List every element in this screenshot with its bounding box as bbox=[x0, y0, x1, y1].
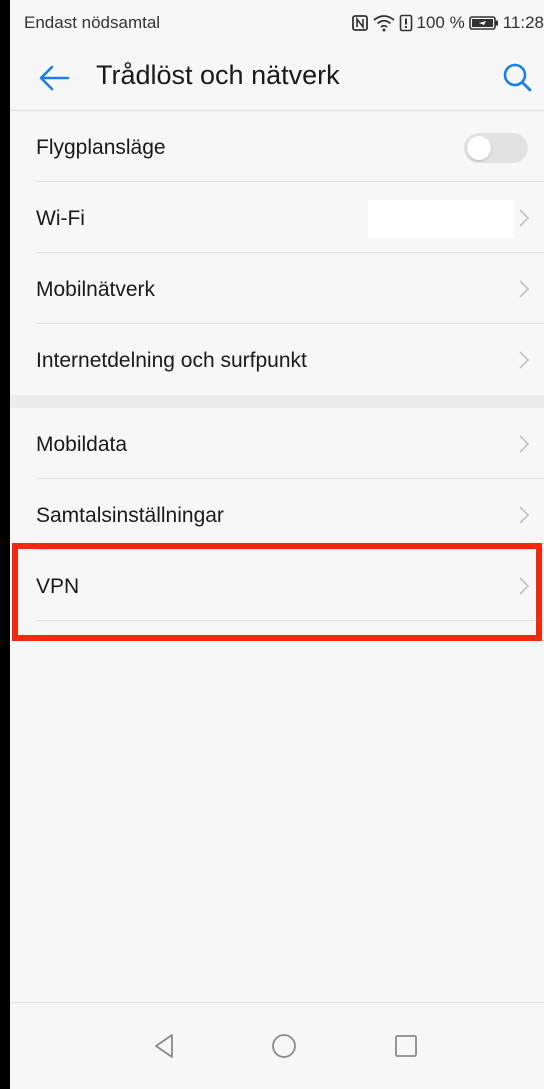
group-separator bbox=[10, 395, 544, 408]
carrier-status-text: Endast nödsamtal bbox=[24, 13, 161, 32]
chevron-right-icon bbox=[519, 280, 530, 298]
app-bar: Trådlöst och nätverk bbox=[10, 46, 544, 110]
mobile-data-label: Mobildata bbox=[36, 433, 128, 456]
arrow-left-icon bbox=[39, 65, 70, 91]
list-divider bbox=[36, 620, 544, 621]
list-item-mobile-data[interactable]: Mobildata bbox=[10, 408, 544, 479]
list-item-call-settings[interactable]: Samtalsinställningar bbox=[10, 479, 544, 550]
list-item-tethering[interactable]: Internetdelning och surfpunkt bbox=[10, 324, 544, 395]
chevron-right-icon bbox=[519, 577, 530, 595]
tethering-label: Internetdelning och surfpunkt bbox=[36, 349, 307, 372]
wifi-label: Wi-Fi bbox=[36, 207, 85, 230]
wifi-network-value bbox=[368, 200, 514, 238]
list-item-mobile-network[interactable]: Mobilnätverk bbox=[10, 253, 544, 324]
square-recent-icon bbox=[395, 1035, 417, 1057]
list-item-wifi[interactable]: Wi-Fi bbox=[10, 182, 544, 253]
chevron-right-icon bbox=[519, 506, 530, 524]
search-button[interactable] bbox=[500, 60, 534, 94]
mobile-network-label: Mobilnätverk bbox=[36, 278, 156, 301]
back-button[interactable] bbox=[36, 62, 72, 94]
settings-screen: Endast nödsamtal 100 % 11:28 Trådlöst oc… bbox=[10, 0, 544, 1089]
status-icons: 100 % 11:28 bbox=[351, 13, 544, 33]
circle-home-icon bbox=[272, 1034, 296, 1058]
sim-alert-icon bbox=[399, 14, 412, 32]
call-settings-label: Samtalsinställningar bbox=[36, 504, 224, 527]
search-icon bbox=[503, 63, 532, 92]
battery-charging-icon bbox=[468, 16, 498, 30]
list-item-vpn[interactable]: VPN bbox=[10, 550, 544, 621]
chevron-right-icon bbox=[519, 435, 530, 453]
nav-recent-button[interactable] bbox=[391, 1031, 421, 1061]
airplane-mode-toggle[interactable] bbox=[464, 133, 528, 163]
wifi-signal-icon bbox=[372, 15, 395, 32]
page-title: Trådlöst och nätverk bbox=[96, 60, 340, 90]
toggle-knob bbox=[467, 136, 491, 160]
chevron-right-icon bbox=[519, 209, 530, 227]
nav-home-button[interactable] bbox=[269, 1031, 299, 1061]
navigation-bar bbox=[10, 1002, 544, 1089]
triangle-back-icon bbox=[155, 1034, 173, 1058]
battery-percent-text: 100 % bbox=[416, 13, 465, 32]
nav-back-button[interactable] bbox=[150, 1031, 180, 1061]
nfc-icon bbox=[351, 15, 368, 31]
chevron-right-icon bbox=[519, 351, 530, 369]
clock-text: 11:28 bbox=[502, 13, 544, 32]
list-item-airplane-mode[interactable]: Flygplansläge bbox=[10, 111, 544, 182]
vpn-label: VPN bbox=[36, 575, 80, 598]
airplane-mode-label: Flygplansläge bbox=[36, 136, 166, 159]
status-bar: Endast nödsamtal 100 % 11:28 bbox=[10, 0, 544, 46]
